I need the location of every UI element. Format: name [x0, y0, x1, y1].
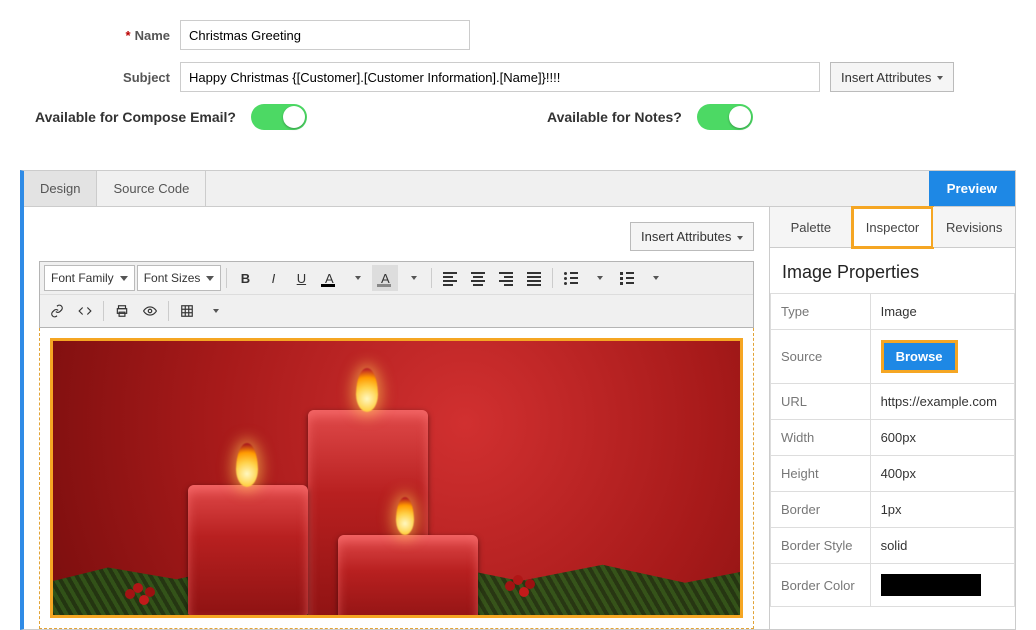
prop-width-label: Width: [771, 420, 871, 456]
border-color-swatch[interactable]: [881, 574, 981, 596]
prop-border-color-label: Border Color: [771, 564, 871, 607]
chevron-down-icon: [206, 276, 214, 281]
prop-border-value[interactable]: 1px: [870, 492, 1014, 528]
align-right-button[interactable]: [493, 265, 519, 291]
bg-color-menu[interactable]: [400, 265, 426, 291]
code-button[interactable]: [72, 298, 98, 324]
prop-border-style-value[interactable]: solid: [870, 528, 1014, 564]
chevron-down-icon: [120, 276, 128, 281]
compose-toggle-label: Available for Compose Email?: [35, 109, 236, 125]
notes-toggle[interactable]: [697, 104, 753, 130]
editor-canvas[interactable]: [39, 328, 754, 629]
notes-toggle-label: Available for Notes?: [547, 109, 682, 125]
properties-table: TypeImage Source Browse URLhttps://exampl…: [770, 293, 1015, 607]
italic-button[interactable]: I: [260, 265, 286, 291]
insert-attributes-button[interactable]: Insert Attributes: [830, 62, 954, 92]
chevron-down-icon: [597, 276, 603, 280]
prop-border-label: Border: [771, 492, 871, 528]
chevron-down-icon: [937, 76, 943, 80]
chevron-down-icon: [653, 276, 659, 280]
rich-text-toolbar: Font Family Font Sizes B I U A A: [39, 261, 754, 328]
tab-source-code[interactable]: Source Code: [97, 171, 206, 206]
tab-inspector[interactable]: Inspector: [852, 207, 934, 248]
prop-url-label: URL: [771, 384, 871, 420]
align-justify-button[interactable]: [521, 265, 547, 291]
underline-button[interactable]: U: [288, 265, 314, 291]
prop-height-label: Height: [771, 456, 871, 492]
prop-type-label: Type: [771, 294, 871, 330]
font-family-select[interactable]: Font Family: [44, 265, 135, 291]
template-form: *Name Subject Insert Attributes Availabl…: [0, 0, 1036, 145]
preview-button[interactable]: Preview: [929, 171, 1015, 206]
chevron-down-icon: [213, 309, 219, 313]
chevron-down-icon: [411, 276, 417, 280]
browse-button[interactable]: Browse: [884, 343, 955, 370]
bullet-list-button[interactable]: [558, 265, 584, 291]
editor-canvas-column: Insert Attributes Font Family Font Sizes…: [24, 207, 770, 629]
compose-toggle[interactable]: [251, 104, 307, 130]
align-center-button[interactable]: [465, 265, 491, 291]
table-menu[interactable]: [202, 298, 228, 324]
numbered-list-button[interactable]: [614, 265, 640, 291]
code-icon: [78, 304, 92, 318]
bg-color-button[interactable]: A: [372, 265, 398, 291]
prop-width-value[interactable]: 600px: [870, 420, 1014, 456]
selected-image[interactable]: [50, 338, 743, 618]
properties-tabbar: Palette Inspector Revisions: [770, 207, 1015, 248]
subject-input[interactable]: [180, 62, 820, 92]
text-color-menu[interactable]: [344, 265, 370, 291]
table-button[interactable]: [174, 298, 200, 324]
eye-icon: [143, 304, 157, 318]
table-icon: [180, 304, 194, 318]
editor-tabbar: Design Source Code Preview: [24, 171, 1015, 207]
bullet-list-menu[interactable]: [586, 265, 612, 291]
preview-eye-button[interactable]: [137, 298, 163, 324]
subject-label: Subject: [0, 70, 180, 85]
insert-attributes-canvas-button[interactable]: Insert Attributes: [630, 222, 754, 251]
prop-border-style-label: Border Style: [771, 528, 871, 564]
prop-source-label: Source: [771, 330, 871, 384]
chevron-down-icon: [737, 236, 743, 240]
print-button[interactable]: [109, 298, 135, 324]
name-label: *Name: [0, 28, 180, 43]
chevron-down-icon: [355, 276, 361, 280]
bold-button[interactable]: B: [232, 265, 258, 291]
numbered-list-menu[interactable]: [642, 265, 668, 291]
link-button[interactable]: [44, 298, 70, 324]
editor: Design Source Code Preview Insert Attrib…: [20, 170, 1016, 630]
tab-design[interactable]: Design: [24, 171, 97, 206]
properties-title: Image Properties: [770, 248, 1015, 293]
tab-palette[interactable]: Palette: [770, 207, 852, 247]
print-icon: [115, 304, 129, 318]
name-input[interactable]: [180, 20, 470, 50]
prop-type-value: Image: [870, 294, 1014, 330]
properties-panel: Palette Inspector Revisions Image Proper…: [770, 207, 1015, 629]
tab-revisions[interactable]: Revisions: [933, 207, 1015, 247]
prop-height-value[interactable]: 400px: [870, 456, 1014, 492]
text-color-button[interactable]: A: [316, 265, 342, 291]
link-icon: [50, 304, 64, 318]
prop-url-value[interactable]: https://example.com: [870, 384, 1014, 420]
font-size-select[interactable]: Font Sizes: [137, 265, 222, 291]
align-left-button[interactable]: [437, 265, 463, 291]
